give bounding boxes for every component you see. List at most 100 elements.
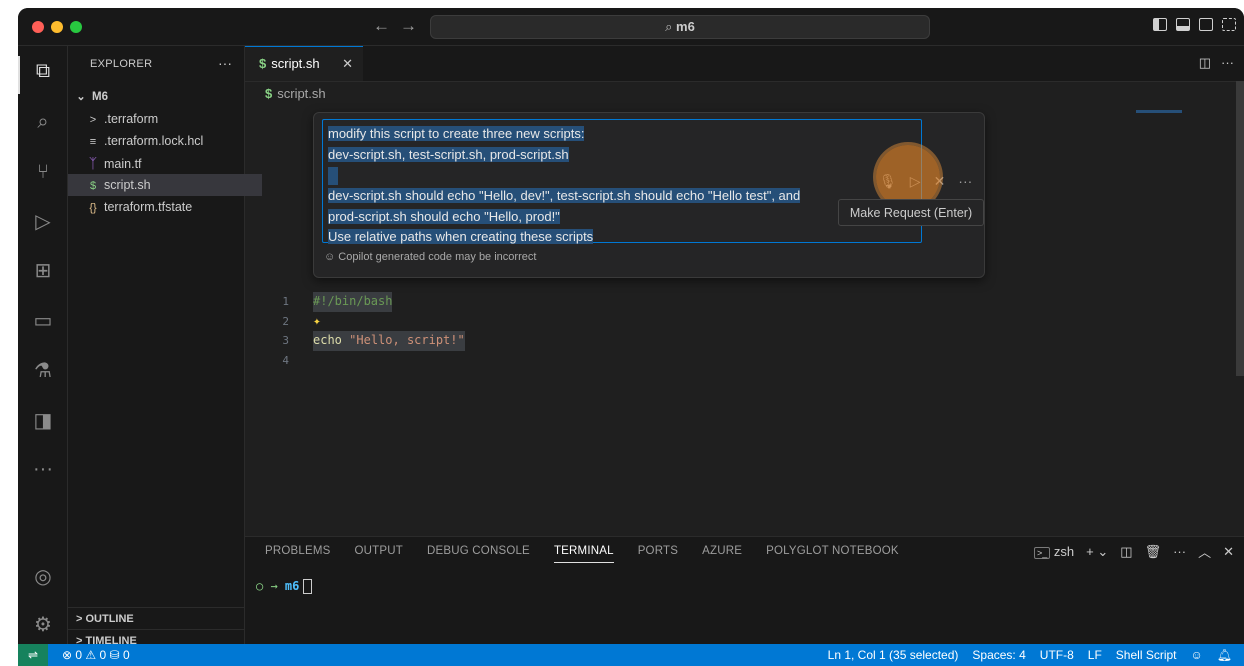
toggle-secondary-sidebar-icon[interactable]	[1199, 18, 1213, 31]
new-terminal-icon[interactable]: + ⌄	[1086, 544, 1108, 560]
line-number: 4	[282, 353, 289, 367]
indentation[interactable]: Spaces: 4	[972, 644, 1025, 666]
error-icon: ⊗	[62, 648, 76, 662]
line-number: 1	[282, 295, 289, 308]
tab-debug-console[interactable]: DEBUG CONSOLE	[427, 545, 530, 563]
end-of-line[interactable]: LF	[1088, 644, 1102, 666]
source-control-icon[interactable]: ⑂	[30, 159, 56, 185]
code-editor[interactable]: 1 #!/bin/bash 2 ✦ 3 echo "Hello, script!…	[245, 292, 1145, 370]
line-number: 2	[282, 314, 289, 328]
line-number: 3	[282, 334, 289, 347]
more-icon[interactable]: ···	[958, 173, 972, 190]
split-terminal-icon[interactable]: ◫	[1120, 544, 1132, 560]
manage-gear-icon[interactable]: ⚙	[30, 612, 56, 638]
close-panel-icon[interactable]: ✕	[1223, 544, 1234, 560]
toggle-primary-sidebar-icon[interactable]	[1153, 18, 1167, 31]
workspace-folder[interactable]: ⌄ M6	[68, 86, 250, 108]
tree-item-tfstate[interactable]: {} terraform.tfstate	[68, 196, 262, 218]
trash-icon[interactable]: 🗑︎	[1145, 544, 1162, 560]
forward-arrow-icon[interactable]: →	[400, 16, 417, 36]
copilot-disclaimer: ☺ Copilot generated code may be incorrec…	[324, 251, 537, 263]
search-icon: ⌕	[665, 19, 677, 34]
tab-output[interactable]: OUTPUT	[355, 545, 403, 563]
cursor-position[interactable]: Ln 1, Col 1 (35 selected)	[828, 644, 959, 666]
tab-ports[interactable]: PORTS	[638, 545, 678, 563]
sparkle-icon[interactable]: ✦	[313, 312, 321, 332]
code-line: 4	[245, 351, 1145, 371]
terminal-prompt[interactable]: ○ → m6	[256, 579, 313, 594]
remote-indicator-icon[interactable]: ⇌	[18, 644, 48, 666]
language-mode[interactable]: Shell Script	[1116, 644, 1177, 666]
file-lines-icon: ≡	[89, 136, 97, 148]
explorer-more-icon[interactable]: ···	[218, 55, 232, 71]
more-views-icon[interactable]: ···	[30, 456, 56, 482]
terminal-icon: >_	[1034, 547, 1051, 559]
maximize-panel-icon[interactable]: ︿	[1198, 542, 1211, 561]
tree-item-terraform-folder[interactable]: > .terraform	[68, 108, 262, 130]
explorer-sidebar: EXPLORER ··· ⌄ M6 > .terraform ≡ .terraform…	[68, 46, 262, 647]
copilot-icon[interactable]: ☺	[1191, 644, 1203, 666]
active-view-indicator	[18, 56, 20, 94]
shell-file-icon: $	[89, 180, 97, 192]
layout-controls	[1153, 18, 1236, 31]
close-tab-icon[interactable]: ✕	[342, 47, 353, 81]
status-right: Ln 1, Col 1 (35 selected) Spaces: 4 UTF-…	[828, 644, 1232, 666]
editor-more-icon[interactable]: ···	[1221, 55, 1234, 71]
outline-section[interactable]: > OUTLINE	[68, 607, 252, 630]
tab-problems[interactable]: PROBLEMS	[265, 545, 331, 563]
terminal-cursor	[303, 579, 313, 594]
explorer-icon[interactable]: ⧉	[30, 58, 56, 84]
extensions-icon[interactable]: ⊞	[30, 258, 56, 284]
editor-tab-bar: $ script.sh ✕ ◫ ···	[245, 46, 1244, 82]
editor-scrollbar[interactable]	[1236, 81, 1244, 376]
code-text: #!/bin/bash	[313, 292, 393, 312]
tree-item-script-sh[interactable]: $ script.sh	[68, 174, 262, 196]
back-arrow-icon[interactable]: ←	[373, 16, 390, 36]
maximize-window-button[interactable]	[70, 21, 82, 33]
search-view-icon[interactable]: ⌕	[30, 109, 56, 135]
toggle-panel-icon[interactable]	[1176, 18, 1190, 31]
workspace-name: m6	[676, 19, 695, 34]
status-bar: ⇌ ⊗ 0 ⚠ 0 ⛁ 0 Ln 1, Col 1 (35 selected) …	[18, 644, 1244, 666]
remote-explorer-icon[interactable]: ▭	[30, 308, 56, 334]
minimize-window-button[interactable]	[51, 21, 63, 33]
command-center-search[interactable]: ⌕ m6	[430, 15, 930, 39]
tab-azure[interactable]: AZURE	[702, 545, 742, 563]
prompt-line: modify this script to create three new s…	[328, 126, 585, 141]
editor-actions: ◫ ···	[1199, 55, 1234, 71]
breadcrumb[interactable]: $ script.sh	[265, 86, 326, 101]
prompt-line: prod-script.sh should echo "Hello, prod!…	[328, 208, 560, 224]
json-braces-icon: {}	[89, 202, 97, 214]
terminal-selector[interactable]: >_ zsh	[1034, 544, 1074, 559]
close-window-button[interactable]	[32, 21, 44, 33]
terraform-file-icon: ᛉ	[88, 155, 98, 171]
panel-more-icon[interactable]: ···	[1173, 544, 1186, 559]
tree-item-lock-file[interactable]: ≡ .terraform.lock.hcl	[68, 130, 262, 152]
notifications-bell-icon[interactable]: 🔔︎	[1217, 644, 1232, 666]
tab-polyglot-notebook[interactable]: POLYGLOT NOTEBOOK	[766, 545, 899, 563]
encoding[interactable]: UTF-8	[1040, 644, 1074, 666]
shell-file-icon: $	[259, 56, 267, 71]
run-debug-icon[interactable]: ▷	[30, 209, 56, 235]
title-bar: ← → ⌕ m6	[18, 8, 1244, 46]
accounts-icon[interactable]: ◎	[30, 564, 56, 590]
code-line: 1 #!/bin/bash	[245, 292, 1145, 312]
code-line: 3 echo "Hello, script!"	[245, 331, 1145, 351]
bottom-panel: PROBLEMS OUTPUT DEBUG CONSOLE TERMINAL P…	[245, 536, 1244, 644]
shell-file-icon: $	[265, 86, 273, 101]
tab-script-sh[interactable]: $ script.sh ✕	[245, 46, 363, 81]
ports-icon: ⛁	[109, 648, 123, 662]
testing-icon[interactable]: ⚗	[30, 358, 56, 384]
split-editor-icon[interactable]: ◫	[1199, 55, 1211, 71]
tree-item-main-tf[interactable]: ᛉ main.tf	[68, 152, 262, 174]
minimap-selection	[1136, 110, 1182, 113]
status-problems[interactable]: ⊗ 0 ⚠ 0 ⛁ 0	[62, 644, 130, 666]
terraform-icon[interactable]: ◨	[30, 408, 56, 434]
prompt-line: Use relative paths when creating these s…	[328, 229, 594, 245]
chat-prompt-input[interactable]: modify this script to create three new s…	[322, 119, 922, 245]
customize-layout-icon[interactable]	[1222, 18, 1236, 31]
make-request-tooltip: Make Request (Enter)	[838, 199, 984, 226]
warning-icon: ⚠	[85, 648, 100, 662]
tab-terminal[interactable]: TERMINAL	[553, 545, 614, 563]
panel-actions: >_ zsh + ⌄ ◫ 🗑︎ ··· ︿ ✕	[1034, 542, 1234, 561]
